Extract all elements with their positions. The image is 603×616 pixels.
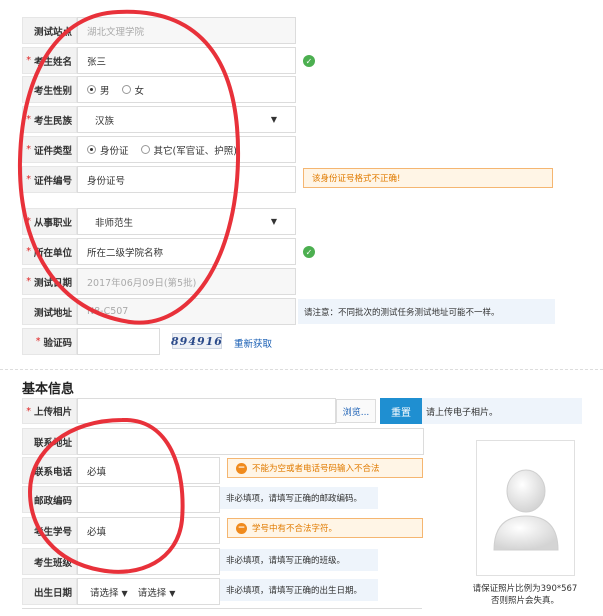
row-id-number: * 证件编号 身份证号 xyxy=(22,166,296,193)
radio-selected-icon xyxy=(87,85,96,94)
postcode-input[interactable] xyxy=(77,486,220,513)
row-test-address: 测试地址 N8-C507 xyxy=(22,298,296,325)
ethnicity-select[interactable]: 汉族 ▼ xyxy=(77,106,296,133)
captcha-image[interactable]: 894916 xyxy=(171,333,222,349)
captcha-label: * 验证码 xyxy=(22,328,77,355)
upload-photo-hint: 请上传电子相片。 xyxy=(422,398,582,424)
workplace-valid-icon: ✓ xyxy=(303,246,315,258)
radio-empty-icon xyxy=(140,145,150,154)
gender-female-radio[interactable]: 女 xyxy=(121,83,144,97)
photo-file-input[interactable] xyxy=(77,398,336,424)
gender-male-radio[interactable]: 男 xyxy=(87,83,110,97)
gender-field: 男 女 xyxy=(77,76,296,103)
test-address-field: N8-C507 xyxy=(77,298,296,325)
dropdown-arrow-icon: ▼ xyxy=(270,217,277,226)
phone-error: − 不能为空或者电话号码输入不合法 xyxy=(227,458,423,478)
student-id-error: − 学号中有不合法字符。 xyxy=(227,518,423,538)
row-test-date: * 测试日期 2017年06月09日(第5批) xyxy=(22,268,296,295)
name-input[interactable]: 张三 xyxy=(77,47,296,74)
student-id-label: 考生学号 xyxy=(22,517,77,544)
workplace-label: * 所在单位 xyxy=(22,238,77,265)
row-phone: 联系电话 必填 xyxy=(22,457,220,484)
radio-selected-icon xyxy=(87,145,96,154)
occupation-label: * 从事职业 xyxy=(22,208,77,235)
upload-photo-label: * 上传相片 xyxy=(22,398,77,424)
row-workplace: * 所在单位 所在二级学院名称 xyxy=(22,238,296,265)
warning-icon: − xyxy=(236,522,247,534)
row-test-site: 测试站点 湖北文理学院 xyxy=(22,17,296,44)
class-label: 考生班级 xyxy=(22,548,77,575)
ethnicity-label: * 考生民族 xyxy=(22,106,77,133)
captcha-refresh-link[interactable]: 重新获取 xyxy=(234,336,272,350)
test-address-note: 请注意：不同批次的测试任务测试地址可能不一样。 xyxy=(298,299,555,324)
row-postcode: 邮政编码 xyxy=(22,486,220,513)
postcode-note: 非必填项，请填写正确的邮政编码。 xyxy=(220,487,378,509)
birth-year-select[interactable]: 请选择 ▼ xyxy=(90,585,128,599)
birth-date-label: 出生日期 xyxy=(22,578,77,605)
browse-button[interactable]: 浏览... xyxy=(336,399,376,423)
postcode-label: 邮政编码 xyxy=(22,486,77,513)
id-number-label: * 证件编号 xyxy=(22,166,77,193)
phone-input[interactable]: 必填 xyxy=(77,457,220,484)
dropdown-arrow-icon: ▼ xyxy=(169,588,176,598)
workplace-input[interactable]: 所在二级学院名称 xyxy=(77,238,296,265)
gender-label: 考生性别 xyxy=(22,76,77,103)
photo-preview xyxy=(476,440,575,576)
basic-info-title: 基本信息 xyxy=(22,382,75,397)
contact-address-label: 联系地址 xyxy=(22,428,77,455)
test-date-field: 2017年06月09日(第5批) xyxy=(77,268,296,295)
id-number-input[interactable]: 身份证号 xyxy=(77,166,296,193)
radio-empty-icon xyxy=(121,85,131,94)
row-contact-address: 联系地址 xyxy=(22,428,424,455)
class-input[interactable] xyxy=(77,548,220,575)
row-id-type: * 证件类型 身份证 其它(军官证、护照) xyxy=(22,136,296,163)
occupation-select[interactable]: 非师范生 ▼ xyxy=(77,208,296,235)
id-type-idcard-radio[interactable]: 身份证 xyxy=(87,143,129,157)
row-ethnicity: * 考生民族 汉族 ▼ xyxy=(22,106,296,133)
name-label: * 考生姓名 xyxy=(22,47,77,74)
test-date-label: * 测试日期 xyxy=(22,268,77,295)
birth-date-note: 非必填项，请填写正确的出生日期。 xyxy=(220,579,378,601)
row-upload-photo: * 上传相片 xyxy=(22,398,336,424)
photo-caption: 请保证照片比例为390*567 否则照片会失真。 xyxy=(472,584,578,606)
row-captcha: * 验证码 xyxy=(22,328,160,355)
test-site-label: 测试站点 xyxy=(22,17,77,44)
id-type-label: * 证件类型 xyxy=(22,136,77,163)
row-gender: 考生性别 男 女 xyxy=(22,76,296,103)
row-birth-date: 出生日期 请选择 ▼ 请选择 ▼ xyxy=(22,578,220,605)
contact-address-input[interactable] xyxy=(77,428,424,455)
class-note: 非必填项，请填写正确的班级。 xyxy=(220,549,378,571)
captcha-input[interactable] xyxy=(77,328,160,355)
id-number-error: 该身份证号格式不正确! xyxy=(303,168,553,188)
student-id-input[interactable]: 必填 xyxy=(77,517,220,544)
row-class: 考生班级 xyxy=(22,548,220,575)
row-occupation: * 从事职业 非师范生 ▼ xyxy=(22,208,296,235)
dropdown-arrow-icon: ▼ xyxy=(270,115,277,124)
phone-label: 联系电话 xyxy=(22,457,77,484)
reset-button[interactable]: 重置 xyxy=(380,398,422,424)
row-student-id: 考生学号 必填 xyxy=(22,517,220,544)
test-site-field: 湖北文理学院 xyxy=(77,17,296,44)
id-type-other-radio[interactable]: 其它(军官证、护照) xyxy=(140,143,237,157)
birth-date-field: 请选择 ▼ 请选择 ▼ xyxy=(77,578,220,605)
section-divider xyxy=(0,369,603,370)
partial-row-bottom xyxy=(22,608,422,616)
avatar-placeholder-icon xyxy=(492,469,559,551)
dropdown-arrow-icon: ▼ xyxy=(121,588,128,598)
name-valid-icon: ✓ xyxy=(303,55,315,67)
id-type-field: 身份证 其它(军官证、护照) xyxy=(77,136,296,163)
warning-icon: − xyxy=(236,462,247,474)
birth-month-select[interactable]: 请选择 ▼ xyxy=(138,585,176,599)
test-address-label: 测试地址 xyxy=(22,298,77,325)
row-name: * 考生姓名 张三 xyxy=(22,47,296,74)
